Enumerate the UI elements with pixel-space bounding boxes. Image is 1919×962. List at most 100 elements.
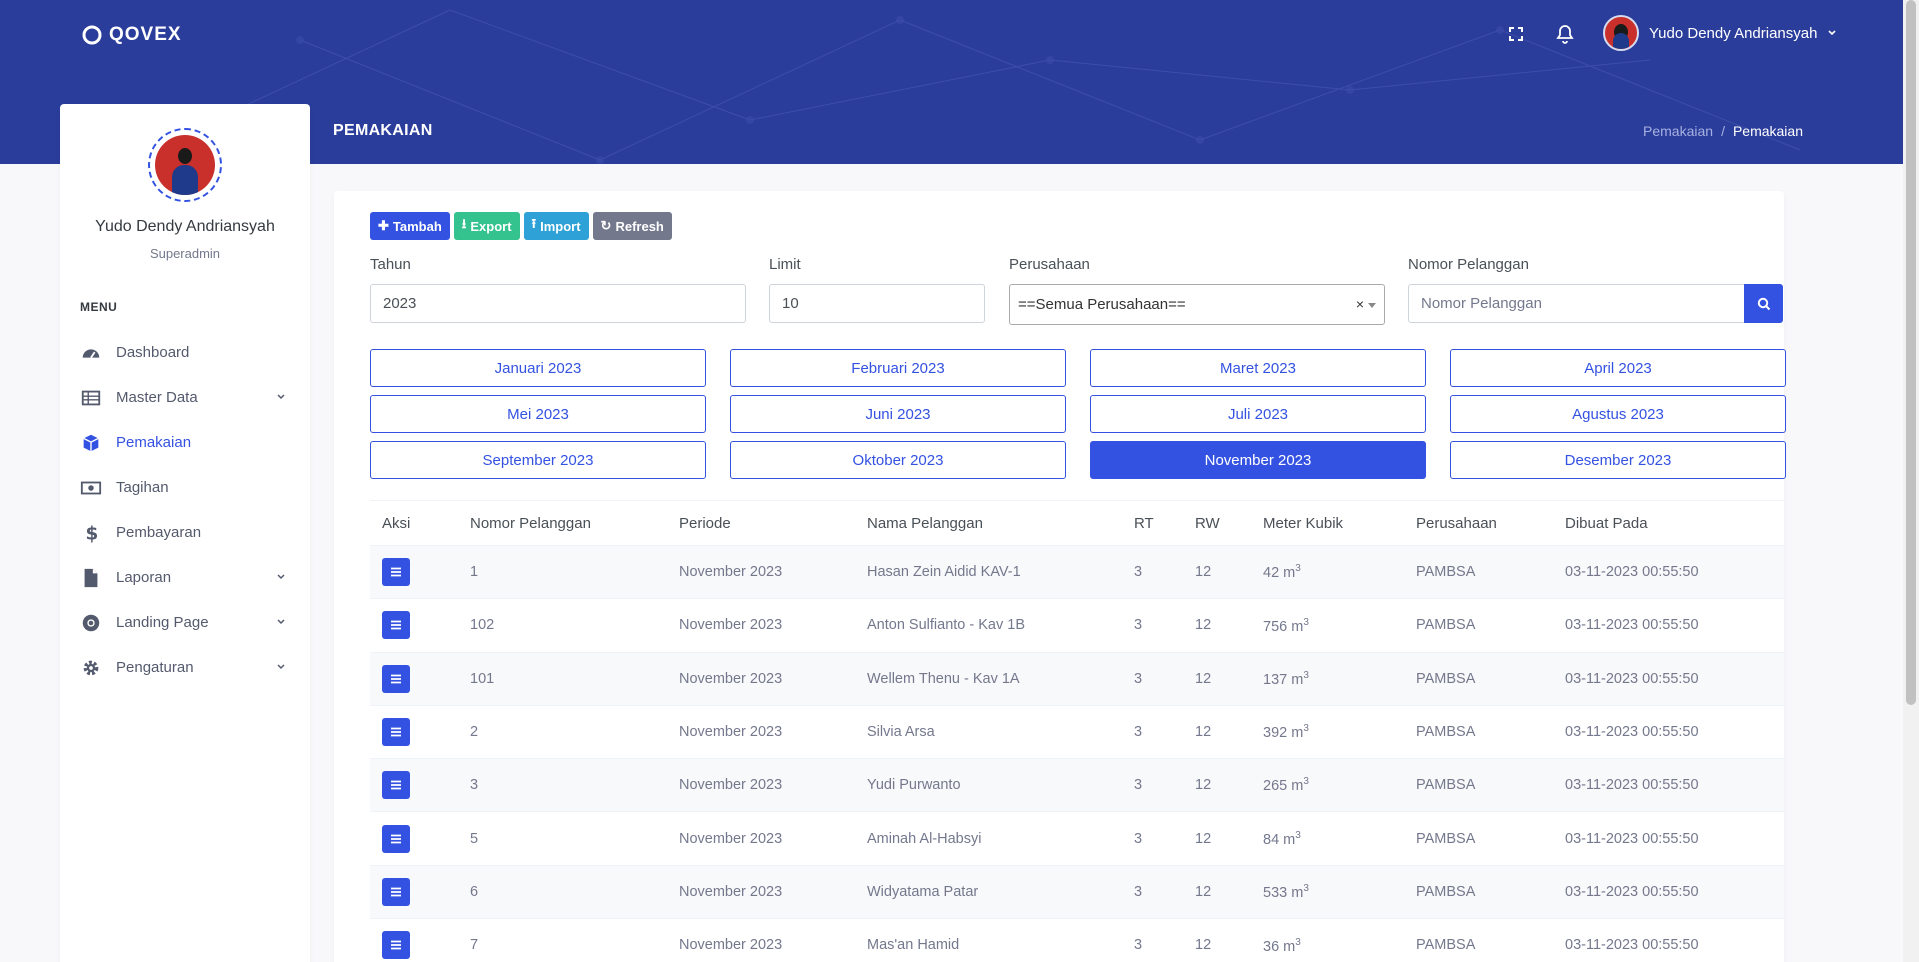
sidebar-item-pengaturan[interactable]: Pengaturan — [80, 645, 290, 690]
table-row: 1 November 2023 Hasan Zein Aidid KAV-1 3 12 4… — [370, 544, 1784, 599]
cell-rw: 12 — [1183, 811, 1251, 866]
caret-down-icon — [1368, 303, 1376, 308]
breadcrumb-item[interactable]: Pemakaian — [1643, 123, 1713, 139]
logo-icon — [82, 25, 102, 45]
cell-periode: November 2023 — [667, 811, 855, 866]
export-button[interactable]: ⭳ Export — [453, 212, 520, 240]
perusahaan-value: ==Semua Perusahaan== — [1018, 296, 1186, 313]
gear-icon — [83, 660, 99, 675]
clear-icon[interactable]: × — [1356, 296, 1364, 312]
nomor-placeholder: Nomor Pelanggan — [1421, 295, 1542, 312]
page-scrollbar[interactable] — [1903, 0, 1919, 962]
cell-meter: 756 m3 — [1251, 598, 1404, 653]
logo[interactable]: QOVEX — [82, 24, 182, 46]
cell-nomor: 2 — [458, 704, 667, 759]
main-card: ✚ Tambah ⭳ Export ⭱ Import ↻ Refresh Tah… — [334, 191, 1786, 962]
profile-avatar — [148, 128, 222, 202]
row-menu-button[interactable] — [382, 558, 410, 587]
cell-dibuat: 03-11-2023 00:55:50 — [1553, 811, 1784, 866]
month-button[interactable]: Juni 2023 — [730, 395, 1066, 433]
month-button[interactable]: Oktober 2023 — [730, 441, 1066, 479]
sidebar-item-tagihan[interactable]: Tagihan — [80, 465, 290, 510]
month-button[interactable]: Januari 2023 — [370, 349, 706, 387]
cell-nomor: 5 — [458, 811, 667, 866]
breadcrumb-separator: / — [1721, 123, 1725, 139]
cell-rw: 12 — [1183, 918, 1251, 962]
sidebar-item-pembayaran[interactable]: $ Pembayaran — [80, 510, 290, 555]
avatar-body — [1613, 33, 1629, 49]
money-icon — [80, 481, 102, 494]
row-menu-button[interactable] — [382, 611, 410, 640]
sidebar-item-dashboard[interactable]: Dashboard — [80, 330, 290, 375]
search-button[interactable] — [1744, 284, 1783, 323]
meter-unit: m — [1291, 618, 1304, 635]
row-menu-button[interactable] — [382, 718, 410, 747]
cell-meter: 137 m3 — [1251, 651, 1404, 706]
meter-value: 36 — [1263, 938, 1280, 955]
meter-value: 392 — [1263, 724, 1288, 741]
sidebar-item-pemakaian[interactable]: Pemakaian — [80, 420, 290, 465]
row-menu-button[interactable] — [382, 877, 410, 906]
meter-unit-exponent: 3 — [1303, 883, 1309, 895]
tambah-button[interactable]: ✚ Tambah — [370, 212, 450, 240]
cell-dibuat: 03-11-2023 00:55:50 — [1553, 864, 1784, 919]
cell-aksi — [370, 544, 458, 599]
cell-nama: Silvia Arsa — [855, 704, 1122, 759]
sidebar-item-laporan[interactable]: Laporan — [80, 555, 290, 600]
month-button[interactable]: September 2023 — [370, 441, 706, 479]
month-button[interactable]: Mei 2023 — [370, 395, 706, 433]
nomor-pelanggan-input[interactable]: Nomor Pelanggan — [1408, 284, 1745, 323]
month-button[interactable]: Agustus 2023 — [1450, 395, 1786, 433]
meter-unit: m — [1291, 724, 1304, 741]
user-menu[interactable]: Yudo Dendy Andriansyah — [1603, 15, 1837, 51]
row-menu-button[interactable] — [382, 931, 410, 960]
month-button[interactable]: Februari 2023 — [730, 349, 1066, 387]
menu-title: MENU — [80, 300, 118, 314]
cell-rt: 3 — [1122, 704, 1183, 759]
refresh-label: Refresh — [615, 218, 664, 234]
cell-nomor: 7 — [458, 918, 667, 962]
cell-dibuat: 03-11-2023 00:55:50 — [1553, 758, 1784, 812]
cell-perusahaan: PAMBSA — [1404, 918, 1553, 962]
limit-input[interactable]: 10 — [769, 284, 985, 323]
sidebar-item-master-data[interactable]: Master Data — [80, 375, 290, 420]
cell-nomor: 3 — [458, 758, 667, 812]
scrollbar-thumb[interactable] — [1906, 0, 1916, 705]
perusahaan-label: Perusahaan — [1009, 256, 1090, 273]
month-button[interactable]: April 2023 — [1450, 349, 1786, 387]
download-icon: ⭳ — [461, 216, 467, 231]
search-icon — [1757, 297, 1770, 310]
month-button[interactable]: Desember 2023 — [1450, 441, 1786, 479]
month-button-active[interactable]: November 2023 — [1090, 441, 1426, 479]
chevron-down-icon — [277, 619, 285, 625]
row-menu-button[interactable] — [382, 664, 410, 693]
chrome-icon — [82, 614, 100, 631]
month-button[interactable]: Maret 2023 — [1090, 349, 1426, 387]
tahun-input[interactable]: 2023 — [370, 284, 746, 323]
breadcrumb-current: Pemakaian — [1732, 123, 1803, 139]
month-button[interactable]: Juli 2023 — [1090, 395, 1426, 433]
sidebar-item-label: Master Data — [116, 389, 198, 406]
cell-perusahaan: PAMBSA — [1404, 544, 1553, 599]
cell-perusahaan: PAMBSA — [1404, 598, 1553, 653]
svg-text:$: $ — [86, 523, 99, 544]
perusahaan-select[interactable]: ==Semua Perusahaan== × — [1009, 284, 1385, 325]
meter-unit: m — [1291, 778, 1304, 795]
sidebar-item-landing-page[interactable]: Landing Page — [80, 600, 290, 645]
file-icon — [84, 568, 98, 587]
cell-dibuat: 03-11-2023 00:55:50 — [1553, 598, 1784, 653]
bell-icon[interactable] — [1553, 22, 1577, 46]
import-button[interactable]: ⭱ Import — [523, 212, 589, 240]
profile-role: Superadmin — [149, 246, 221, 261]
list-icon — [391, 621, 401, 630]
tambah-label: Tambah — [392, 218, 442, 234]
row-menu-button[interactable] — [382, 824, 410, 853]
col-aksi: Aksi — [370, 500, 458, 546]
user-name: Yudo Dendy Andriansyah — [1649, 24, 1818, 42]
refresh-button[interactable]: ↻ Refresh — [592, 212, 672, 240]
cell-rt: 3 — [1122, 918, 1183, 962]
fullscreen-icon[interactable] — [1504, 22, 1528, 46]
sidebar: Yudo Dendy Andriansyah Superadmin MENU D… — [60, 104, 310, 962]
row-menu-button[interactable] — [382, 771, 410, 800]
import-label: Import — [540, 218, 581, 234]
